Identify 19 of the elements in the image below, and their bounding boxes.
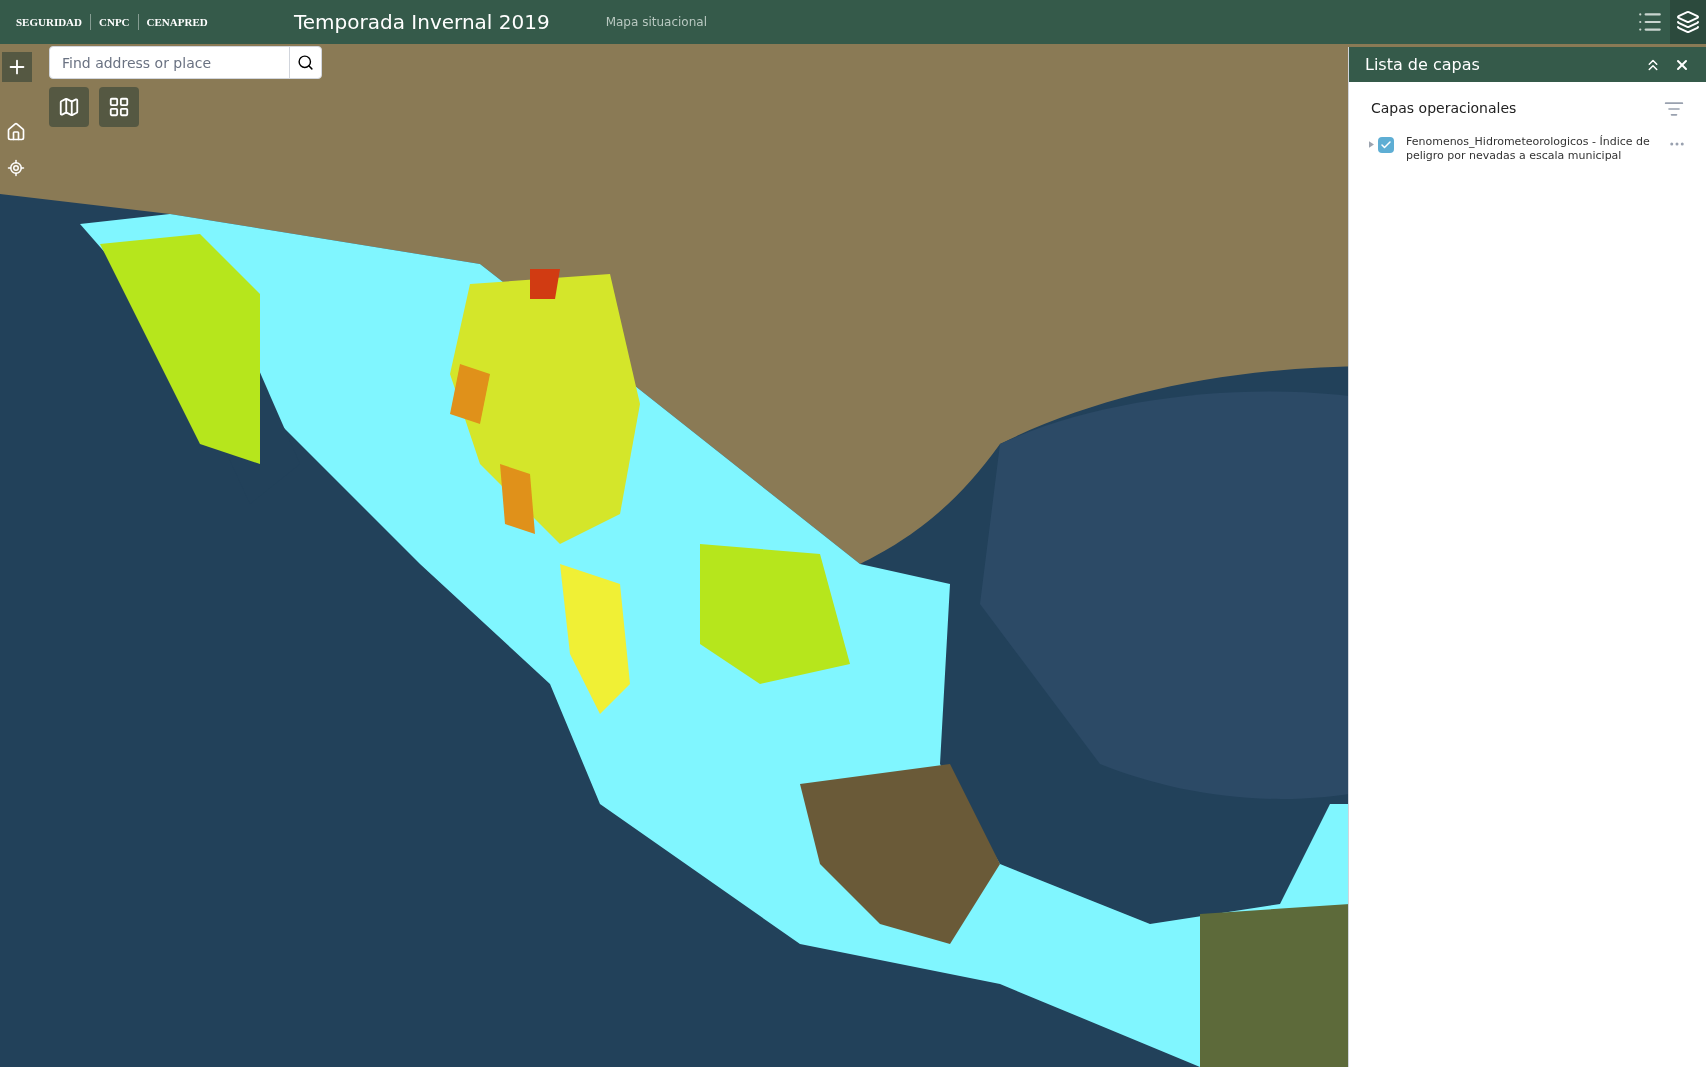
layers-icon: [1676, 10, 1700, 34]
logo: SEGURIDAD: [16, 14, 82, 30]
map-icon: [58, 96, 80, 118]
grid-icon: [108, 96, 130, 118]
panel-title: Lista de capas: [1365, 53, 1481, 76]
layer-checkbox[interactable]: [1377, 137, 1394, 153]
section-title: Capas operacionales: [1371, 99, 1518, 118]
basemap-gallery-button[interactable]: [99, 87, 139, 127]
logo: CNPC: [90, 13, 130, 31]
logo: CENAPRED: [137, 13, 208, 31]
zoom-in-button[interactable]: [2, 52, 32, 82]
search-field[interactable]: Find address or place: [49, 46, 322, 79]
app-subtitle: Mapa situacional: [605, 14, 707, 31]
layer-name[interactable]: Fenomenos_Hidrometeorologicos - Índice de peligro por nevadas a escala municipal: [1405, 135, 1664, 163]
check-icon: [1379, 139, 1392, 151]
add-data-button[interactable]: [49, 87, 89, 127]
app-title: Temporada Invernal 2019: [294, 9, 550, 36]
search-input[interactable]: Find address or place: [50, 47, 289, 78]
layers-button[interactable]: [1670, 0, 1706, 44]
